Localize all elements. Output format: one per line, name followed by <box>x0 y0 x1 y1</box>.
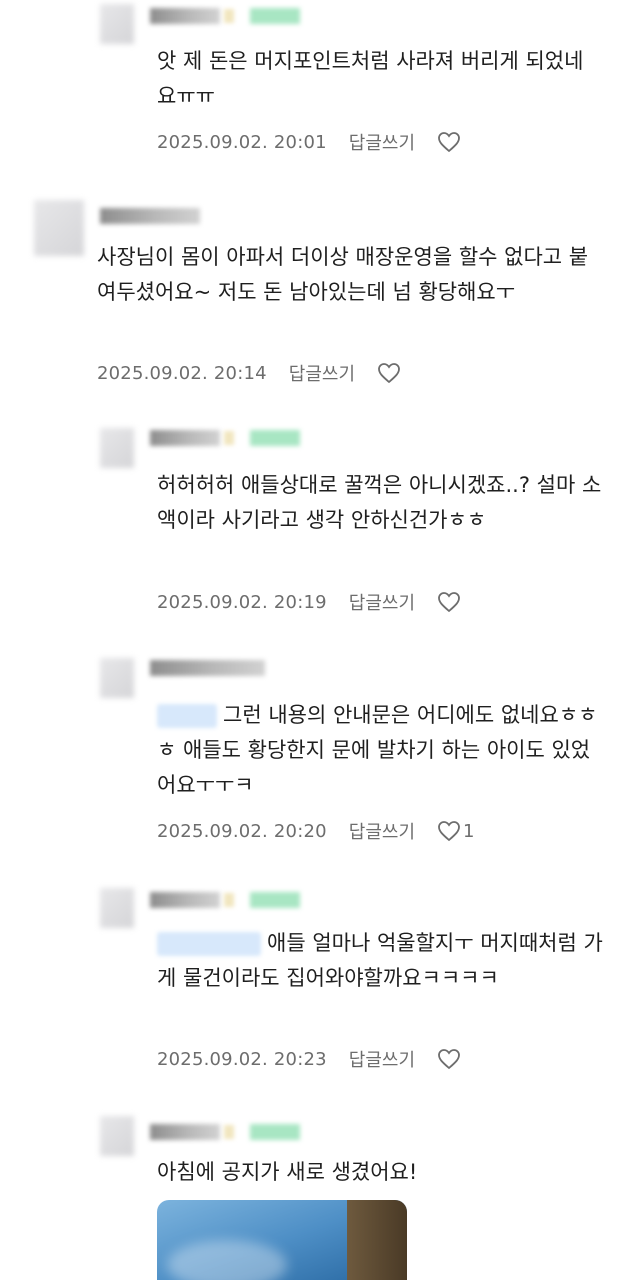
comment-date: 2025.09.02. 20:23 <box>157 1048 327 1070</box>
comment-date: 2025.09.02. 20:14 <box>97 362 267 384</box>
reply-button[interactable]: 답글쓰기 <box>289 360 355 386</box>
comment-thread: 앗 제 돈은 머지포인트처럼 사라져 버리게 되었네요ㅠㅠ 2025.09.02… <box>0 0 640 1280</box>
photo-sky-cloud <box>167 1240 287 1280</box>
heart-outline-icon <box>438 821 460 842</box>
reply-button[interactable]: 답글쓰기 <box>349 818 415 844</box>
comment-meta: 2025.09.02. 20:20 답글쓰기 1 <box>157 817 474 845</box>
avatar[interactable] <box>100 1116 134 1156</box>
comment-item: 사장님이 몸이 아파서 더이상 매장운영을 할수 없다고 붙여두셨어요~ 저도 … <box>0 180 640 390</box>
comment-text: 그런 내용의 안내문은 어디에도 없네요ㅎㅎㅎ 애들도 황당한지 문에 발차기 … <box>157 698 607 803</box>
comment-text: 아침에 공지가 새로 생겼어요! <box>157 1160 418 1184</box>
author-badge <box>224 431 234 445</box>
comment-item: 그런 내용의 안내문은 어디에도 없네요ㅎㅎㅎ 애들도 황당한지 문에 발차기 … <box>0 650 640 860</box>
reply-button[interactable]: 답글쓰기 <box>349 589 415 615</box>
avatar[interactable] <box>100 4 134 44</box>
comment-meta: 2025.09.02. 20:23 답글쓰기 <box>157 1045 461 1073</box>
like-count: 1 <box>463 820 475 842</box>
comment-date: 2025.09.02. 20:20 <box>157 820 327 842</box>
like-button[interactable] <box>437 1048 461 1070</box>
comment-item: 애들 얼마나 억울할지ㅜ 머지때처럼 가게 물건이라도 집어와야할까요ㅋㅋㅋㅋ … <box>0 880 640 1090</box>
comment-meta: 2025.09.02. 20:19 답글쓰기 <box>157 588 461 616</box>
author-badge <box>224 893 234 907</box>
avatar[interactable] <box>34 200 84 256</box>
author-name[interactable] <box>150 892 220 908</box>
reply-button[interactable]: 답글쓰기 <box>349 1046 415 1072</box>
author-name[interactable] <box>150 660 265 676</box>
author-level-badge <box>250 8 300 24</box>
photo-tree <box>347 1200 407 1280</box>
author-badge <box>224 1125 234 1139</box>
heart-outline-icon <box>438 1049 460 1070</box>
author-level-badge <box>250 1124 300 1140</box>
mention-tag[interactable] <box>157 932 261 956</box>
author-level-badge <box>250 892 300 908</box>
comment-date: 2025.09.02. 20:19 <box>157 591 327 613</box>
mention-tag[interactable] <box>157 704 217 728</box>
comment-text: 앗 제 돈은 머지포인트처럼 사라져 버리게 되었네요ㅠㅠ <box>157 49 584 108</box>
like-button[interactable] <box>437 591 461 613</box>
comment-text-content: 그런 내용의 안내문은 어디에도 없네요ㅎㅎㅎ 애들도 황당한지 문에 발차기 … <box>157 703 598 797</box>
reply-button[interactable]: 답글쓰기 <box>349 129 415 155</box>
heart-outline-icon <box>378 363 400 384</box>
like-button[interactable] <box>377 362 401 384</box>
comment-item: 허허허허 애들상대로 꿀꺽은 아니시겠죠..? 설마 소액이라 사기라고 생각 … <box>0 420 640 630</box>
comment-meta: 2025.09.02. 20:14 답글쓰기 <box>97 359 401 387</box>
like-button[interactable] <box>437 131 461 153</box>
author-name[interactable] <box>150 430 220 446</box>
avatar[interactable] <box>100 888 134 928</box>
author-badge <box>224 9 234 23</box>
comment-photo[interactable] <box>157 1200 407 1280</box>
comment-text: 사장님이 몸이 아파서 더이상 매장운영을 할수 없다고 붙여두셨어요~ 저도 … <box>97 245 589 304</box>
comment-date: 2025.09.02. 20:01 <box>157 131 327 153</box>
author-name[interactable] <box>150 8 220 24</box>
heart-outline-icon <box>438 132 460 153</box>
comment-text: 애들 얼마나 억울할지ㅜ 머지때처럼 가게 물건이라도 집어와야할까요ㅋㅋㅋㅋ <box>157 926 607 996</box>
avatar[interactable] <box>100 428 134 468</box>
comment-item: 앗 제 돈은 머지포인트처럼 사라져 버리게 되었네요ㅠㅠ 2025.09.02… <box>0 0 640 170</box>
author-level-badge <box>250 430 300 446</box>
author-name[interactable] <box>150 1124 220 1140</box>
author-name[interactable] <box>100 208 200 224</box>
heart-outline-icon <box>438 592 460 613</box>
comment-meta: 2025.09.02. 20:01 답글쓰기 <box>157 128 461 156</box>
avatar[interactable] <box>100 658 134 698</box>
comment-text: 허허허허 애들상대로 꿀꺽은 아니시겠죠..? 설마 소액이라 사기라고 생각 … <box>157 473 602 532</box>
like-button[interactable]: 1 <box>437 820 474 842</box>
